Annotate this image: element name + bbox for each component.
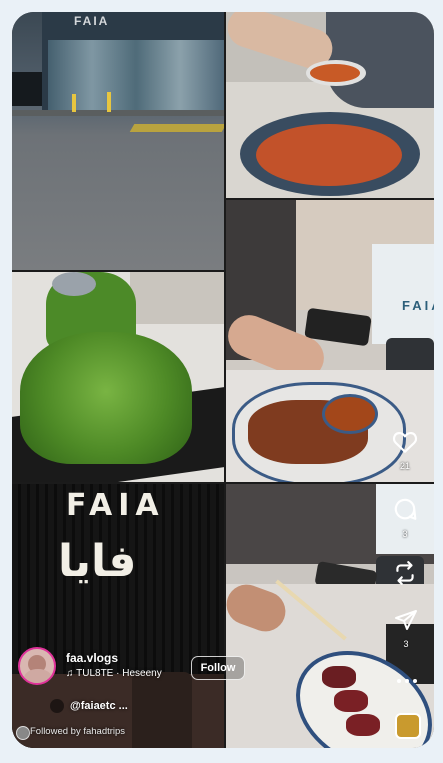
share-count: 3 (403, 639, 409, 649)
comment-action[interactable]: 3 (392, 496, 418, 539)
storefront-photo: FAIA (12, 12, 224, 270)
box-logo: FAIA (402, 298, 434, 313)
tagged-person-icon (50, 699, 64, 713)
comment-icon[interactable] (392, 496, 418, 527)
more-icon[interactable] (396, 672, 418, 690)
like-action[interactable]: 21 (392, 430, 418, 471)
followed-by[interactable]: Followed by fahadtrips (30, 726, 125, 737)
music-note-icon: ♫ (66, 668, 74, 679)
username[interactable]: faa.vlogs (66, 651, 118, 665)
comment-count: 3 (402, 529, 408, 539)
music-info[interactable]: ♫ TUL8TE · Heseeny (66, 668, 162, 679)
share-action[interactable]: 3 (394, 608, 418, 649)
send-icon[interactable] (394, 608, 418, 637)
follower-avatar (16, 726, 30, 740)
more-action[interactable] (396, 672, 418, 690)
music-label: TUL8TE · Heseeny (76, 668, 162, 679)
salad-photo (12, 272, 224, 482)
heart-icon[interactable] (392, 430, 418, 459)
wall-sign-latin: FAIA (66, 488, 165, 523)
soup-photo (226, 12, 434, 198)
like-count: 21 (399, 461, 410, 471)
audio-thumbnail[interactable] (395, 713, 421, 739)
wall-sign-arabic: فايا (58, 536, 137, 587)
tagged-account[interactable]: @faiaetc ... (70, 700, 128, 712)
repost-action[interactable] (392, 560, 418, 591)
reel-frame[interactable]: FAIA FAIA FAIA فايا (12, 12, 434, 748)
storefront-sign: FAIA (74, 14, 110, 28)
follow-button[interactable]: Follow (191, 656, 245, 680)
repost-icon[interactable] (392, 560, 418, 591)
avatar[interactable] (18, 647, 56, 685)
